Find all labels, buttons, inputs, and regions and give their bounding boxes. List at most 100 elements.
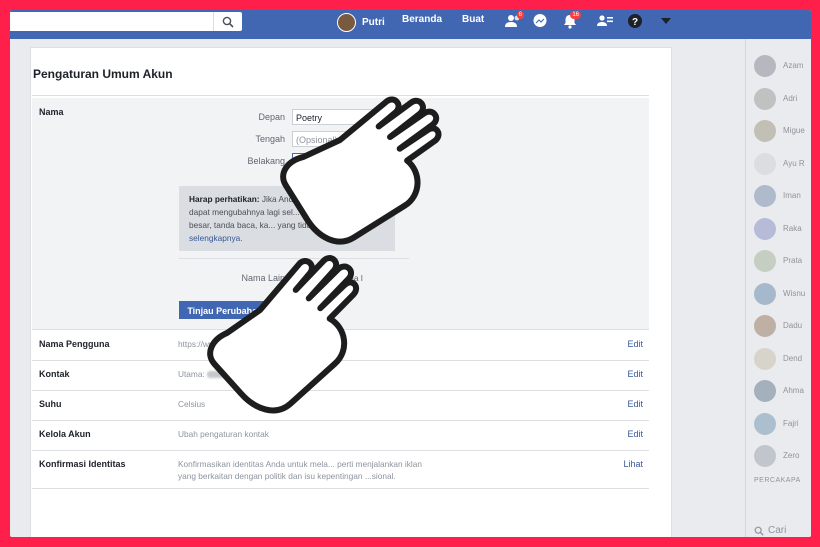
contact-item[interactable]: Ayu R	[754, 152, 811, 177]
contact-item[interactable]: Ahma	[754, 380, 811, 404]
search-input[interactable]	[10, 12, 242, 31]
friend-requests-badge: 6	[516, 11, 524, 19]
contact-value: Utama:	[178, 369, 205, 379]
profile-link[interactable]: Putri	[337, 13, 385, 32]
contact-name: Raka	[783, 223, 802, 233]
middle-name-field[interactable]: (Opsional)	[292, 131, 406, 147]
divider	[179, 258, 409, 259]
contact-name: Ayu R	[783, 158, 805, 168]
edit-manage-account-link[interactable]: Edit	[627, 429, 643, 439]
blurred-text	[312, 159, 341, 167]
blurred-text	[207, 371, 278, 379]
settings-row-contact: Kontak Utama: Edit	[32, 360, 649, 391]
contact-name: Wisnu	[783, 288, 806, 298]
conversations-heading: PERCAKAPA	[754, 477, 801, 484]
first-name-label: Depan	[258, 112, 285, 122]
notifications-button[interactable]: 16	[559, 11, 581, 31]
contact-item[interactable]: Azam	[754, 55, 811, 79]
name-change-notice: Harap perhatikan: Jika Anda mengu... And…	[179, 186, 395, 251]
avatar	[754, 217, 776, 240]
name-edit-section: Nama Depan Poetry Tengah (Opsional) Bela…	[32, 98, 649, 330]
avatar	[754, 87, 776, 110]
cancel-button[interactable]: Batalkan	[274, 301, 326, 319]
row-value: Ubah pengaturan kontak	[178, 429, 269, 439]
settings-row-manage-account: Kelola Akun Ubah pengaturan kontak Edit	[32, 420, 649, 451]
profile-name: Putri	[362, 17, 385, 28]
row-value: Utama:	[178, 369, 278, 379]
messenger-button[interactable]	[529, 11, 551, 31]
page-title: Pengaturan Umum Akun	[33, 67, 173, 81]
contact-name: Adri	[783, 93, 798, 103]
name-section-label: Nama	[39, 107, 64, 117]
row-label: Konfirmasi Identitas	[39, 459, 126, 469]
row-value: https://www.face	[178, 339, 239, 349]
last-name-field[interactable]: Fatr	[292, 153, 406, 169]
search-icon	[754, 526, 764, 536]
settings-row-username: Nama Pengguna https://www.face Edit	[32, 330, 649, 361]
view-identity-link[interactable]: Lihat	[623, 459, 643, 469]
contact-item[interactable]: Iman	[754, 185, 811, 209]
contact-name: Iman	[783, 191, 801, 200]
friend-requests-button[interactable]: 6	[502, 11, 524, 31]
contact-name: Prata	[783, 256, 803, 265]
nav-buat[interactable]: Buat	[462, 14, 484, 25]
contact-name: Azam	[783, 61, 804, 70]
find-friends-button[interactable]	[594, 11, 616, 31]
account-menu-button[interactable]	[655, 11, 677, 31]
avatar	[754, 315, 776, 337]
search-button[interactable]	[213, 12, 242, 31]
add-other-names-link[interactable]: Tambahkan nama l	[291, 273, 363, 283]
contact-item[interactable]: Prata	[754, 250, 811, 274]
screenshot-frame: Putri Beranda Buat 6 16 ? Pengaturan Umu…	[10, 10, 811, 537]
first-name-field[interactable]: Poetry	[292, 109, 406, 125]
svg-text:?: ?	[632, 17, 638, 28]
row-value: Konfirmasikan identitas Anda untuk mela.…	[178, 459, 422, 469]
notifications-badge: 16	[570, 11, 581, 19]
contact-item[interactable]: Migue	[754, 120, 811, 144]
edit-contact-link[interactable]: Edit	[627, 369, 643, 379]
row-label: Kelola Akun	[39, 429, 91, 439]
contact-item[interactable]: Adri	[754, 87, 811, 112]
avatar	[754, 347, 776, 370]
review-changes-button[interactable]: Tinjau Perubahan	[179, 301, 271, 319]
row-value: Celsius	[178, 399, 206, 409]
chat-search[interactable]: Cari	[754, 525, 786, 536]
nav-beranda[interactable]: Beranda	[402, 14, 442, 25]
contact-item[interactable]: Fajri	[754, 412, 811, 437]
avatar	[754, 250, 776, 272]
contact-item[interactable]: Zero	[754, 445, 811, 469]
help-icon: ?	[628, 14, 642, 28]
avatar	[754, 445, 776, 467]
contact-item[interactable]: Dadu	[754, 315, 811, 339]
chat-search-label: Cari	[768, 525, 787, 536]
row-label: Suhu	[39, 399, 62, 409]
avatar	[754, 412, 776, 435]
contacts-sidebar: PERCAKAPA Cari Azam Adri Migue Ayu R Iman Rak…	[745, 39, 811, 537]
contact-name: Ahma	[783, 386, 804, 395]
notice-heading: Harap perhatikan:	[189, 194, 260, 204]
edit-username-link[interactable]: Edit	[627, 339, 643, 349]
chevron-down-icon	[661, 18, 671, 24]
search-icon	[222, 16, 234, 28]
avatar	[754, 120, 776, 142]
contact-item[interactable]: Wisnu	[754, 282, 811, 307]
avatar	[337, 13, 356, 32]
edit-temperature-link[interactable]: Edit	[627, 399, 643, 409]
contact-name: Fajri	[783, 418, 799, 428]
avatar	[754, 185, 776, 207]
contact-item[interactable]: Dend	[754, 347, 811, 372]
contact-item[interactable]: Raka	[754, 217, 811, 242]
divider	[32, 95, 649, 96]
avatar	[754, 152, 776, 175]
middle-name-label: Tengah	[255, 134, 285, 144]
find-friends-icon	[597, 15, 613, 26]
row-value-line2: yang berkaitan dengan politik dan isu ke…	[178, 471, 396, 481]
help-button[interactable]: ?	[624, 11, 646, 31]
settings-row-temperature: Suhu Celsius Edit	[32, 390, 649, 421]
last-name-label: Belakang	[247, 156, 285, 166]
row-label: Nama Pengguna	[39, 339, 110, 349]
row-label: Kontak	[39, 369, 70, 379]
other-names-label: Nama Lain	[241, 273, 285, 283]
contact-name: Dadu	[783, 321, 803, 330]
general-settings-panel: Pengaturan Umum Akun Nama Depan Poetry T…	[30, 47, 672, 537]
